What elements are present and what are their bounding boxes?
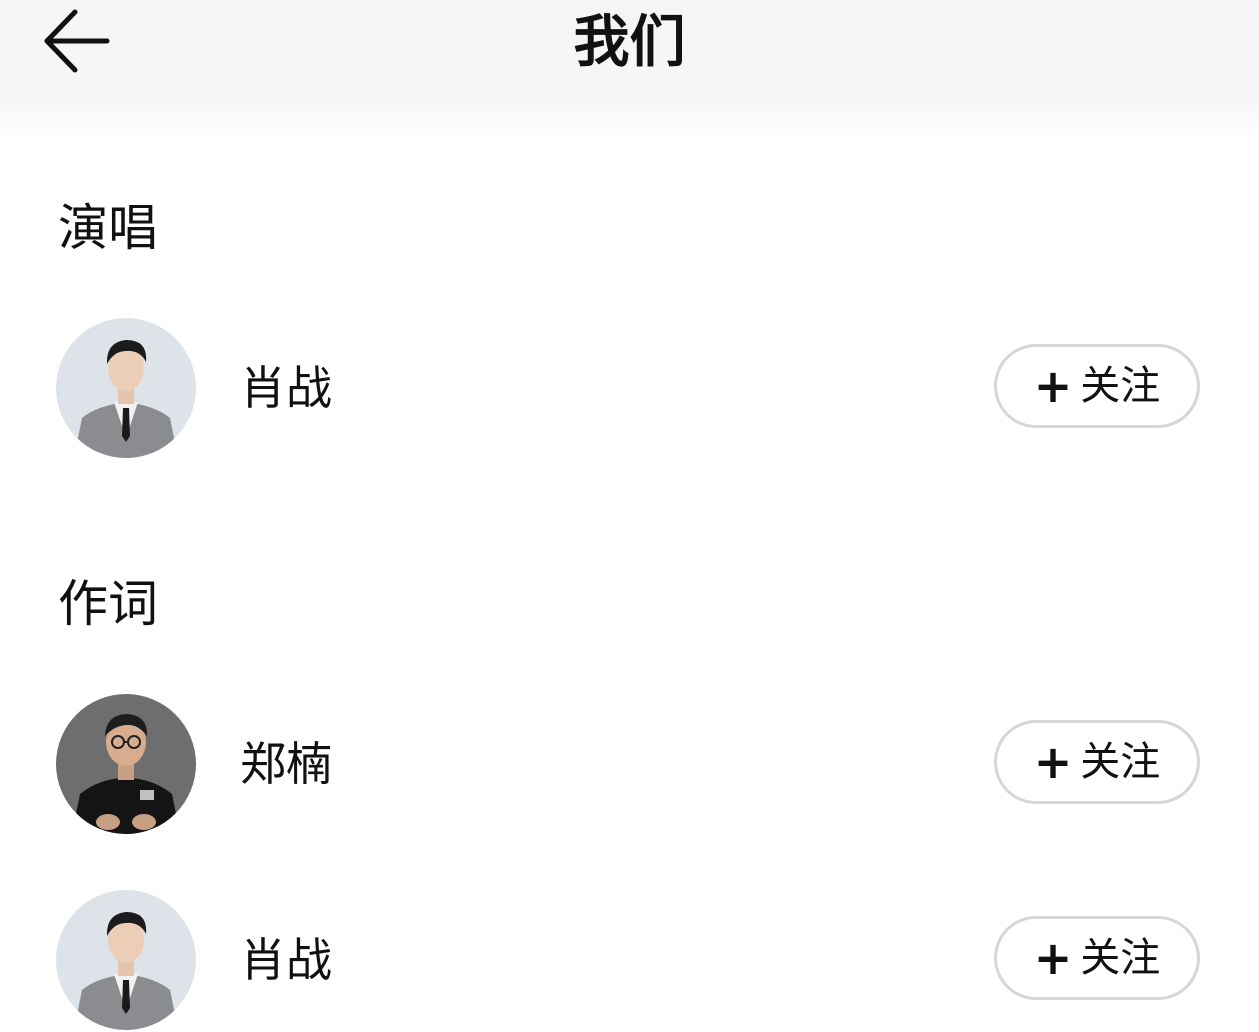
list-item[interactable]: 肖战 + 关注: [0, 318, 1259, 458]
watermark: [905, 984, 1250, 1020]
person-name: 郑楠: [240, 737, 332, 791]
top-bar: 我们: [0, 0, 1259, 140]
section-title-singer: 演唱: [58, 199, 158, 257]
follow-button[interactable]: + 关注: [994, 344, 1200, 428]
person-name: 肖战: [240, 933, 332, 987]
section-title-lyricist: 作词: [58, 575, 158, 633]
avatar[interactable]: [56, 890, 196, 1030]
person-name: 肖战: [240, 361, 332, 415]
follow-label: 关注: [1080, 935, 1161, 981]
plus-icon: +: [1033, 931, 1073, 985]
plus-icon: +: [1033, 735, 1073, 789]
list-item[interactable]: 郑楠 + 关注: [0, 694, 1259, 834]
avatar[interactable]: [56, 318, 196, 458]
follow-button[interactable]: + 关注: [994, 720, 1200, 804]
page-title: 我们: [573, 10, 686, 75]
follow-label: 关注: [1080, 739, 1161, 785]
plus-icon: +: [1033, 359, 1073, 413]
avatar[interactable]: [56, 694, 196, 834]
follow-label: 关注: [1080, 363, 1161, 409]
